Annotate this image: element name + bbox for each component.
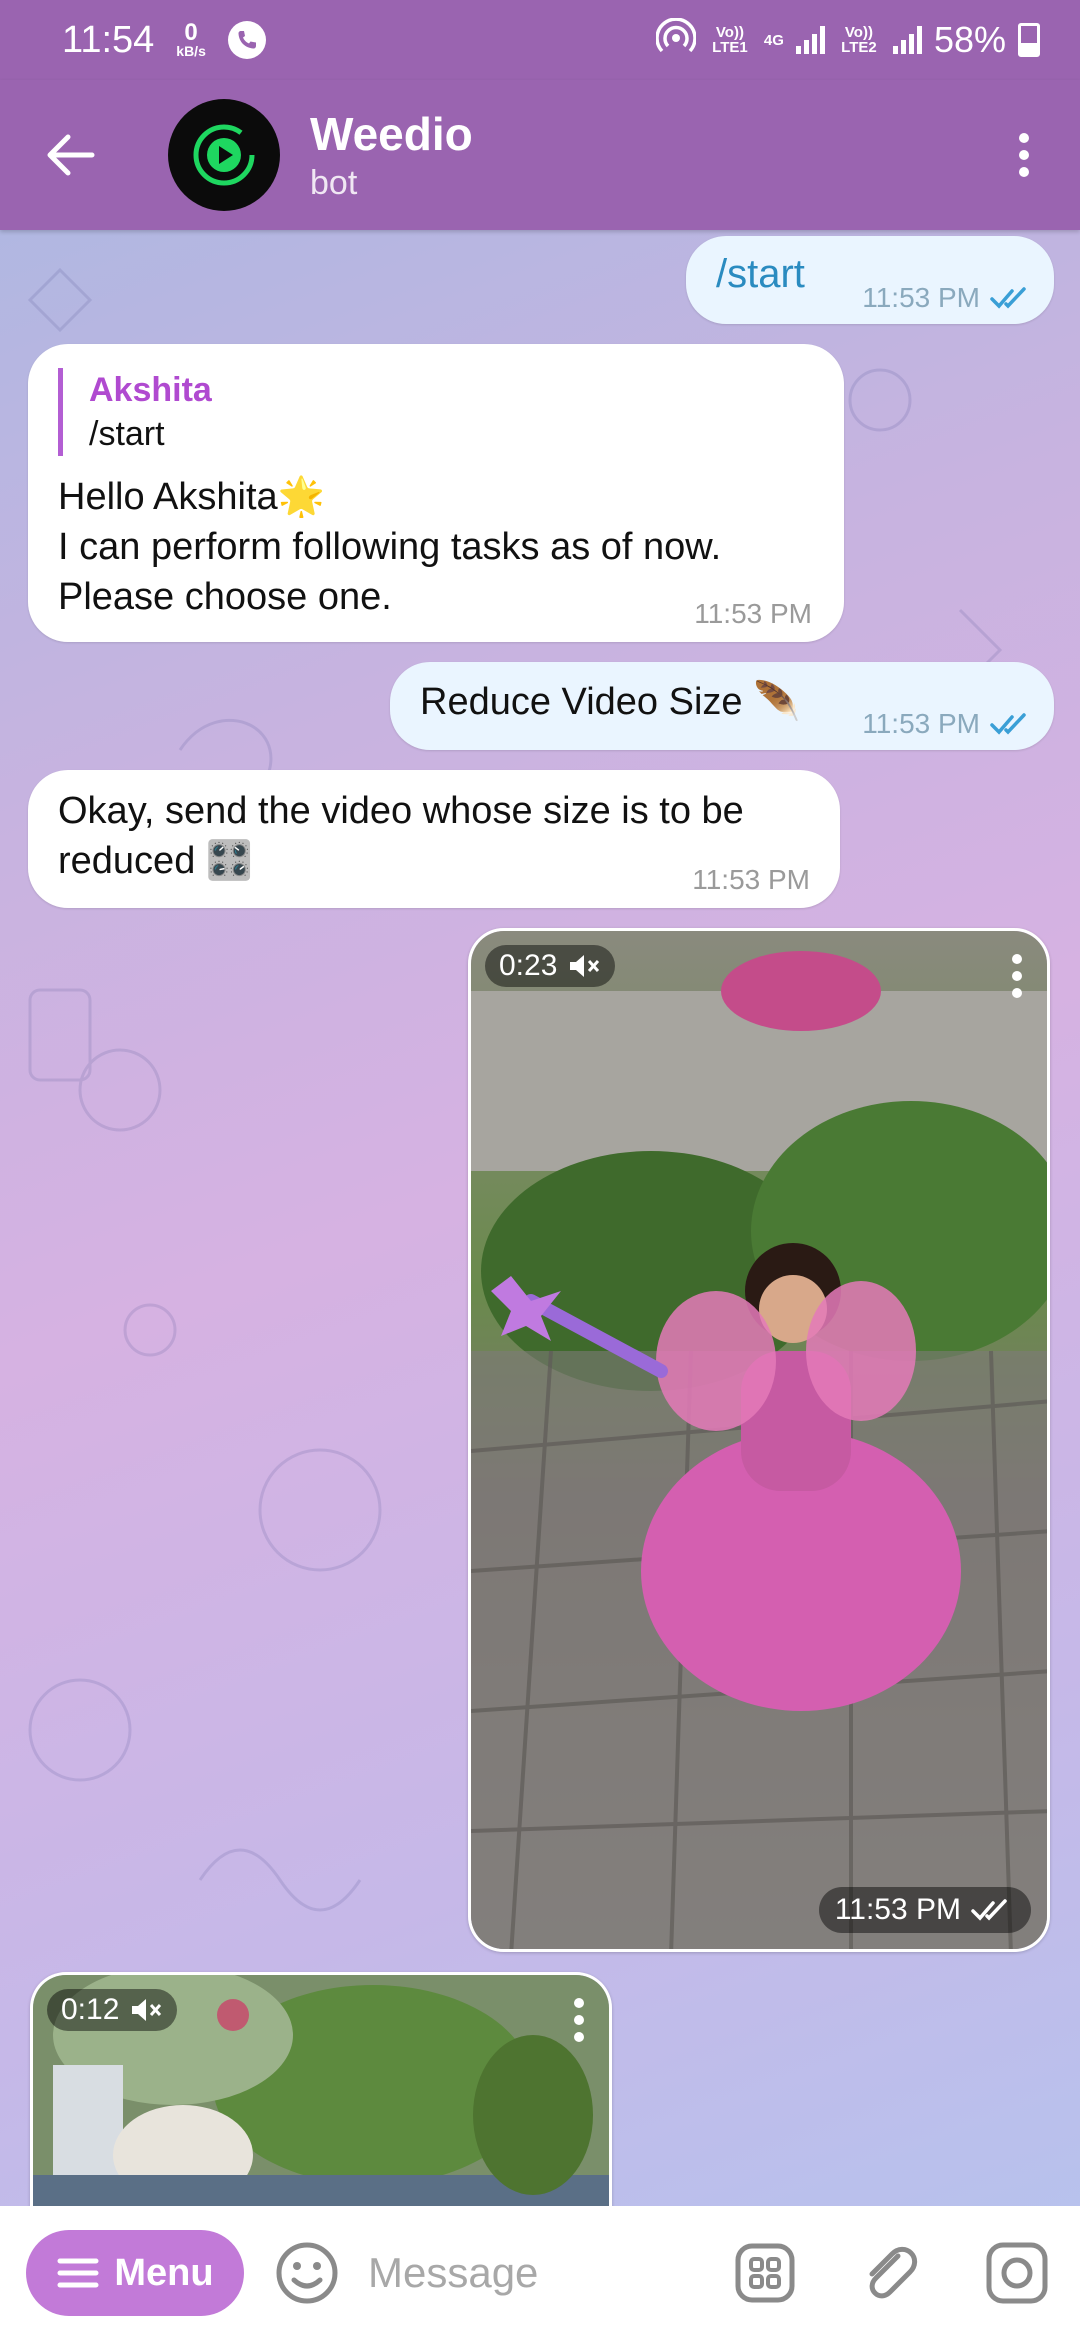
network-type: 4G xyxy=(763,31,784,49)
paperclip-icon xyxy=(869,2246,918,2299)
emoji-button[interactable] xyxy=(274,2240,340,2306)
video-duration-badge[interactable]: 0:12 xyxy=(47,1989,178,2031)
message-incoming-greeting[interactable]: Akshita /start Hello Akshita🌟 I can perf… xyxy=(28,344,844,642)
video-message[interactable]: 0:23 11:53 PM xyxy=(468,928,1050,1952)
reply-text: /start xyxy=(89,415,165,453)
message-incoming-instruction[interactable]: Okay, send the video whose size is to be… xyxy=(28,770,840,908)
more-vertical-icon xyxy=(1019,133,1029,177)
message-line: Okay, send the video whose size is to be xyxy=(58,790,744,832)
double-check-icon xyxy=(990,287,1026,309)
back-button[interactable] xyxy=(16,100,126,210)
muted-speaker-icon xyxy=(132,1999,162,2021)
message-text: /start xyxy=(716,252,805,296)
signal1-icon xyxy=(795,26,825,54)
bot-commands-button[interactable] xyxy=(728,2236,802,2310)
reply-author: Akshita xyxy=(89,371,212,409)
double-check-icon xyxy=(971,1899,1007,1921)
video-message[interactable]: 0:12 xyxy=(30,1972,612,2232)
status-bar: 11:54 0 kB/s Vo)) LTE1 4G Vo)) LTE2 58% xyxy=(0,0,1080,80)
video-thumbnail xyxy=(471,931,1047,1949)
chat-header: Weedio bot xyxy=(0,80,1080,230)
sim2-label: Vo)) LTE2 xyxy=(841,24,877,56)
video-menu-button[interactable] xyxy=(569,1995,589,2045)
signal2-icon xyxy=(892,26,922,54)
play-logo-icon xyxy=(193,124,255,186)
phone-call-icon xyxy=(227,21,266,59)
message-input[interactable]: Message xyxy=(368,2249,728,2297)
commands-grid-icon xyxy=(735,2243,795,2303)
message-time: 11:53 PM xyxy=(694,598,812,629)
video-duration: 0:12 xyxy=(61,1993,120,2026)
clock: 11:54 xyxy=(62,18,155,61)
message-input-bar: Menu Message xyxy=(0,2206,1080,2340)
message-line: I can perform following tasks as of now. xyxy=(58,526,722,568)
menu-label: Menu xyxy=(114,2251,214,2294)
chat-title-block[interactable]: Weedio bot xyxy=(310,106,473,204)
message-meta: 11:53 PM xyxy=(862,282,1034,314)
battery-percent: 58% xyxy=(933,19,1006,60)
battery-icon xyxy=(1018,23,1040,57)
hotspot-icon xyxy=(655,16,697,63)
message-time: 11:53 PM xyxy=(834,1893,961,1926)
video-menu-button[interactable] xyxy=(1007,951,1027,1001)
message-text: Reduce Video Size 🪶 xyxy=(420,681,801,723)
video-duration-badge[interactable]: 0:23 xyxy=(485,945,616,987)
video-duration: 0:23 xyxy=(499,949,558,982)
double-check-icon xyxy=(990,713,1026,735)
network-speed: 0 kB/s xyxy=(176,19,206,59)
message-line: Hello Akshita🌟 xyxy=(58,476,325,518)
smiley-icon xyxy=(276,2242,338,2304)
arrow-left-icon xyxy=(47,134,95,176)
more-options-button[interactable] xyxy=(994,105,1054,205)
message-meta: 11:53 PM xyxy=(862,708,1034,740)
message-time: 11:53 PM xyxy=(862,708,980,739)
message-outgoing-start[interactable]: /start 11:53 PM xyxy=(686,236,1054,324)
instant-camera-icon xyxy=(986,2242,1048,2304)
message-outgoing-reduce[interactable]: Reduce Video Size 🪶 11:53 PM xyxy=(390,662,1054,750)
sim1-label: Vo)) LTE1 xyxy=(712,24,748,56)
muted-speaker-icon xyxy=(570,955,600,977)
avatar[interactable] xyxy=(168,99,280,211)
more-vertical-icon xyxy=(1012,954,1022,998)
camera-button[interactable] xyxy=(980,2236,1054,2310)
chat-title: Weedio xyxy=(310,108,473,160)
hamburger-icon xyxy=(57,2258,99,2288)
reply-preview[interactable]: Akshita /start xyxy=(58,368,814,456)
video-meta: 11:53 PM xyxy=(818,1887,1031,1933)
message-time: 11:53 PM xyxy=(862,282,980,313)
more-vertical-icon xyxy=(574,1998,584,2042)
message-time: 11:53 PM xyxy=(692,864,810,895)
bot-menu-button[interactable]: Menu xyxy=(26,2230,244,2316)
chat-subtitle: bot xyxy=(310,164,358,202)
attach-button[interactable] xyxy=(852,2236,926,2310)
